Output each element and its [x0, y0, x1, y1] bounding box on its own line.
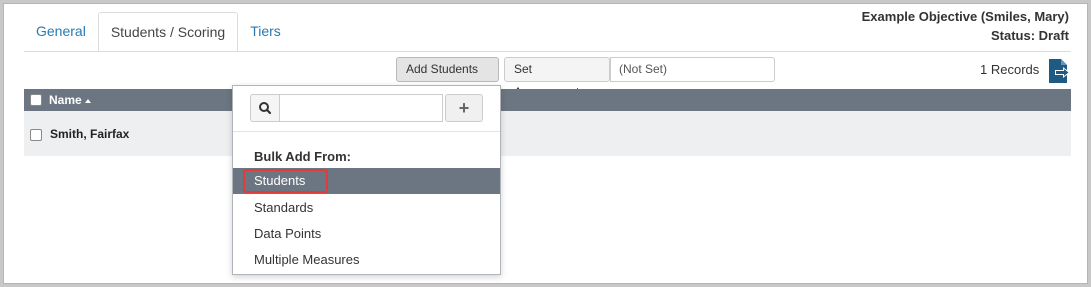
highlight-box [243, 169, 328, 193]
menu-item-data-points[interactable]: Data Points [233, 221, 500, 247]
objective-status: Status: Draft [990, 28, 1069, 43]
search-input[interactable] [280, 94, 443, 122]
set-assessment-button[interactable]: Set Assessment [504, 57, 610, 99]
tab-general[interactable]: General [24, 12, 98, 52]
assessment-field[interactable]: (Not Set) [610, 57, 775, 82]
search-icon [259, 102, 272, 115]
table-header: Name [24, 89, 1071, 111]
menu-item-students[interactable]: Students [233, 168, 500, 194]
column-name-header[interactable]: Name [49, 93, 91, 107]
tab-divider [24, 51, 1071, 52]
table-row: Smith, Fairfax [24, 111, 1071, 156]
export-file-icon[interactable] [1047, 58, 1071, 84]
tab-bar: General Students / Scoring Tiers [24, 12, 293, 52]
select-all-checkbox[interactable] [30, 94, 42, 106]
app-window: General Students / Scoring Tiers Example… [3, 3, 1088, 284]
sort-ascending-icon [84, 98, 91, 103]
student-name: Smith, Fairfax [50, 127, 130, 141]
row-checkbox[interactable] [30, 129, 42, 141]
plus-icon: + [458, 98, 470, 118]
add-students-button[interactable]: Add Students [396, 57, 499, 95]
search-button[interactable] [250, 94, 280, 122]
objective-title: Example Objective (Smiles, Mary) [861, 9, 1069, 24]
add-button[interactable]: + [445, 94, 483, 122]
add-students-label: Add Students [406, 62, 479, 76]
tab-students-scoring[interactable]: Students / Scoring [97, 12, 239, 52]
dropdown-divider [233, 131, 500, 132]
menu-item-multiple-measures[interactable]: Multiple Measures [233, 247, 500, 273]
column-name-label: Name [49, 93, 82, 107]
add-students-dropdown: + Bulk Add From: Students Standards Data… [232, 85, 501, 275]
bulk-add-header: Bulk Add From: [254, 149, 352, 164]
menu-item-standards[interactable]: Standards [233, 195, 500, 221]
tab-tiers[interactable]: Tiers [238, 12, 293, 52]
records-count: 1 Records [980, 62, 1040, 77]
